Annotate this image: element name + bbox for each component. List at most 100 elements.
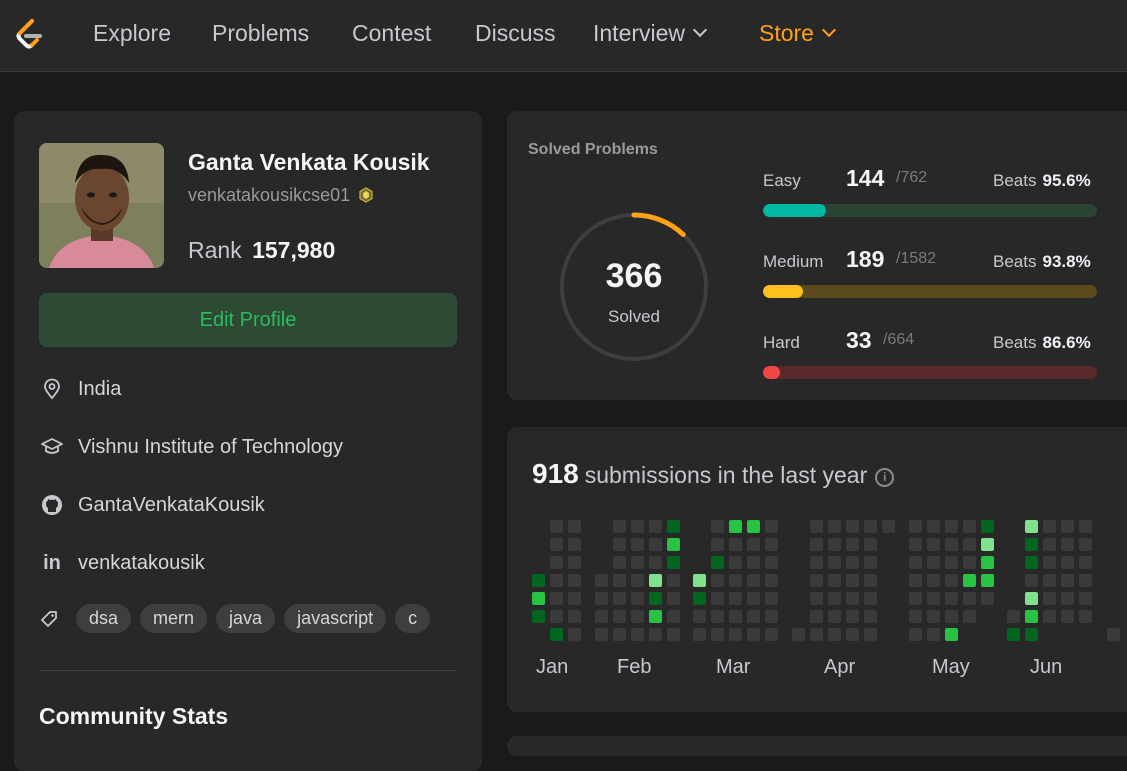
- heatmap-cell[interactable]: [747, 556, 760, 569]
- heatmap-cell[interactable]: [864, 520, 877, 533]
- heatmap-cell[interactable]: [595, 574, 608, 587]
- heatmap-cell[interactable]: [747, 574, 760, 587]
- heatmap-cell[interactable]: [693, 628, 706, 641]
- heatmap-cell[interactable]: [810, 628, 823, 641]
- easy-progress-bar[interactable]: [763, 204, 1097, 217]
- heatmap-cell[interactable]: [747, 592, 760, 605]
- heatmap-cell[interactable]: [711, 574, 724, 587]
- heatmap-cell[interactable]: [667, 538, 680, 551]
- heatmap-cell[interactable]: [963, 574, 976, 587]
- heatmap-cell[interactable]: [729, 574, 742, 587]
- nav-explore[interactable]: Explore: [93, 20, 171, 47]
- nav-contest[interactable]: Contest: [352, 20, 431, 47]
- heatmap-cell[interactable]: [909, 556, 922, 569]
- heatmap-cell[interactable]: [711, 556, 724, 569]
- heatmap-cell[interactable]: [909, 628, 922, 641]
- skill-tag[interactable]: dsa: [76, 604, 132, 633]
- heatmap-cell[interactable]: [945, 556, 958, 569]
- heatmap-cell[interactable]: [649, 538, 662, 551]
- skill-tag[interactable]: javascript: [284, 604, 387, 633]
- heatmap-cell[interactable]: [667, 556, 680, 569]
- heatmap-cell[interactable]: [568, 610, 581, 623]
- heatmap-cell[interactable]: [864, 592, 877, 605]
- heatmap-cell[interactable]: [909, 538, 922, 551]
- heatmap-cell[interactable]: [1043, 520, 1056, 533]
- heatmap-cell[interactable]: [532, 592, 545, 605]
- heatmap-cell[interactable]: [667, 610, 680, 623]
- heatmap-cell[interactable]: [945, 628, 958, 641]
- heatmap-cell[interactable]: [595, 610, 608, 623]
- heatmap-cell[interactable]: [909, 592, 922, 605]
- heatmap-cell[interactable]: [828, 520, 841, 533]
- heatmap-cell[interactable]: [550, 574, 563, 587]
- heatmap-cell[interactable]: [981, 538, 994, 551]
- heatmap-cell[interactable]: [667, 520, 680, 533]
- heatmap-cell[interactable]: [532, 610, 545, 623]
- heatmap-cell[interactable]: [550, 556, 563, 569]
- heatmap-cell[interactable]: [711, 520, 724, 533]
- heatmap-cell[interactable]: [846, 628, 859, 641]
- heatmap-cell[interactable]: [711, 610, 724, 623]
- skill-tag[interactable]: c: [395, 604, 431, 633]
- heatmap-cell[interactable]: [765, 628, 778, 641]
- hard-progress-bar[interactable]: [763, 366, 1097, 379]
- heatmap-cell[interactable]: [1061, 574, 1074, 587]
- heatmap-cell[interactable]: [631, 556, 644, 569]
- heatmap-cell[interactable]: [963, 610, 976, 623]
- medium-progress-bar[interactable]: [763, 285, 1097, 298]
- heatmap-cell[interactable]: [532, 574, 545, 587]
- nav-discuss[interactable]: Discuss: [475, 20, 556, 47]
- leetcode-logo-icon[interactable]: [12, 17, 46, 53]
- heatmap-cell[interactable]: [945, 520, 958, 533]
- heatmap-cell[interactable]: [810, 520, 823, 533]
- linkedin-link[interactable]: venkatakousik: [78, 552, 205, 575]
- skill-tag[interactable]: mern: [140, 604, 208, 633]
- nav-interview[interactable]: Interview: [593, 20, 708, 47]
- heatmap-cell[interactable]: [810, 538, 823, 551]
- heatmap-cell[interactable]: [945, 574, 958, 587]
- heatmap-cell[interactable]: [1079, 574, 1092, 587]
- heatmap-cell[interactable]: [1025, 592, 1038, 605]
- heatmap-cell[interactable]: [828, 592, 841, 605]
- heatmap-cell[interactable]: [927, 520, 940, 533]
- heatmap-cell[interactable]: [981, 592, 994, 605]
- heatmap-cell[interactable]: [631, 574, 644, 587]
- heatmap-cell[interactable]: [810, 556, 823, 569]
- heatmap-cell[interactable]: [981, 556, 994, 569]
- heatmap-cell[interactable]: [882, 520, 895, 533]
- heatmap-cell[interactable]: [550, 610, 563, 623]
- heatmap-cell[interactable]: [613, 610, 626, 623]
- heatmap-cell[interactable]: [667, 592, 680, 605]
- heatmap-cell[interactable]: [568, 592, 581, 605]
- heatmap-cell[interactable]: [846, 556, 859, 569]
- heatmap-cell[interactable]: [693, 610, 706, 623]
- heatmap-cell[interactable]: [846, 592, 859, 605]
- heatmap-cell[interactable]: [693, 592, 706, 605]
- heatmap-cell[interactable]: [747, 538, 760, 551]
- heatmap-cell[interactable]: [693, 574, 706, 587]
- heatmap-cell[interactable]: [846, 610, 859, 623]
- heatmap-cell[interactable]: [1043, 538, 1056, 551]
- heatmap-cell[interactable]: [1079, 592, 1092, 605]
- heatmap-cell[interactable]: [649, 520, 662, 533]
- heatmap-cell[interactable]: [765, 610, 778, 623]
- heatmap-cell[interactable]: [1079, 520, 1092, 533]
- heatmap-cell[interactable]: [810, 592, 823, 605]
- heatmap-cell[interactable]: [729, 628, 742, 641]
- heatmap-cell[interactable]: [846, 574, 859, 587]
- heatmap-cell[interactable]: [729, 520, 742, 533]
- heatmap-cell[interactable]: [1061, 610, 1074, 623]
- heatmap-cell[interactable]: [613, 538, 626, 551]
- badge-icon[interactable]: [358, 187, 374, 203]
- heatmap-cell[interactable]: [1107, 628, 1120, 641]
- heatmap-cell[interactable]: [1007, 610, 1020, 623]
- heatmap-cell[interactable]: [909, 520, 922, 533]
- heatmap-cell[interactable]: [649, 556, 662, 569]
- heatmap-cell[interactable]: [927, 592, 940, 605]
- heatmap-cell[interactable]: [927, 556, 940, 569]
- heatmap-cell[interactable]: [981, 574, 994, 587]
- heatmap-cell[interactable]: [828, 556, 841, 569]
- heatmap-cell[interactable]: [649, 574, 662, 587]
- heatmap-cell[interactable]: [945, 538, 958, 551]
- heatmap-cell[interactable]: [1079, 556, 1092, 569]
